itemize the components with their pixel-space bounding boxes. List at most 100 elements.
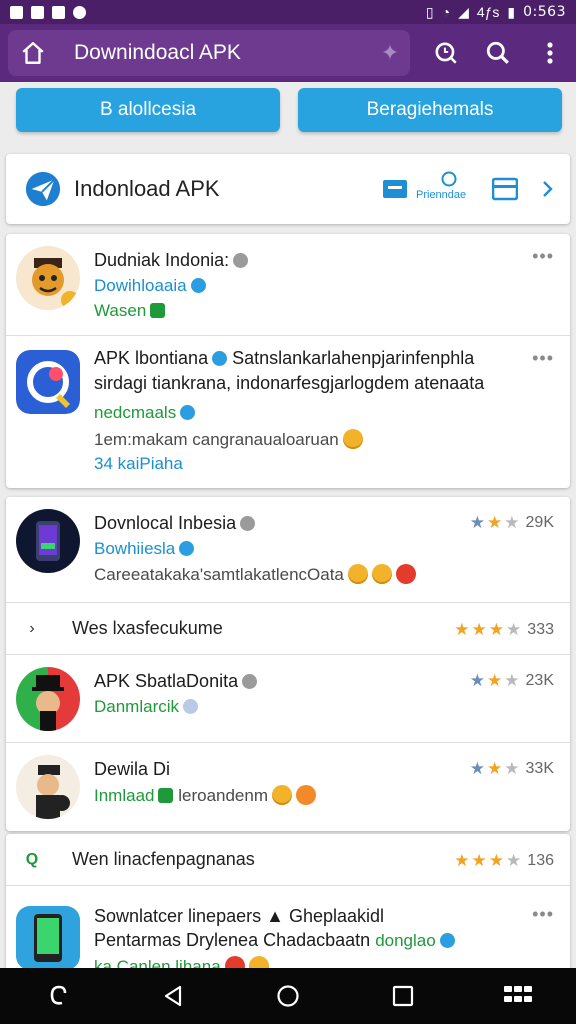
notification-icon — [52, 5, 65, 19]
signal-icon: ◢ — [458, 3, 469, 20]
card-icon[interactable] — [492, 177, 518, 201]
app-description: Pentarmas Drylenea Chadacbaatn donglao — [94, 930, 455, 951]
top-buttons: B alollcesia Beragiehemals — [0, 82, 576, 146]
list-item[interactable]: Dovnlocal Inbesia Bowhiiesla Careeatakak… — [6, 497, 570, 603]
search-title[interactable]: Downindoacl APK — [74, 41, 370, 65]
smile-emoji-icon — [342, 429, 363, 449]
notification-icon — [73, 5, 86, 19]
recents-button[interactable] — [373, 968, 433, 1024]
app-name: Dewila Di — [94, 759, 171, 779]
sparkle-icon[interactable]: ✦ — [370, 30, 410, 76]
verified-icon — [242, 674, 258, 689]
vibrate-icon: ▯ — [425, 3, 434, 20]
top-button-2[interactable]: Beragiehemals — [298, 88, 562, 132]
search-button[interactable] — [472, 24, 524, 82]
chip[interactable]: Prienndae — [416, 171, 484, 207]
back-button[interactable] — [143, 968, 203, 1024]
item-menu-icon[interactable]: ••• — [532, 348, 554, 369]
red-emoji-icon — [395, 564, 416, 584]
apps-grid-icon — [504, 986, 533, 1002]
verified-icon — [439, 933, 455, 948]
shield-icon — [158, 788, 174, 803]
assistant-icon — [50, 985, 66, 1005]
app-list-card-2: Dovnlocal Inbesia Bowhiiesla Careeatakak… — [6, 497, 570, 831]
search-green-icon: Q — [25, 850, 39, 868]
home-nav-button[interactable] — [258, 968, 318, 1024]
app-developer: Danmlarcik — [94, 697, 199, 717]
home-icon — [22, 42, 44, 64]
wifi-icon: ◔ — [441, 4, 451, 20]
paper-plane-icon — [20, 166, 66, 212]
apps-grid-button[interactable] — [488, 968, 548, 1024]
battery-icon: ▮ — [507, 3, 516, 20]
home-button[interactable] — [8, 30, 58, 76]
section-label: Wen linacfenpagnanas — [72, 849, 255, 869]
app-developer: Inmlaad leroandenm — [94, 785, 316, 806]
chevron-right-icon[interactable] — [540, 177, 556, 201]
section-row[interactable]: › Wes lxasfecukume ★ ★ ★ ★ 333 — [6, 603, 570, 655]
list-item[interactable]: Sownlatcer linepaers ▲ Gheplaakidl Penta… — [6, 886, 570, 976]
top-button-1[interactable]: B alollcesia — [16, 88, 280, 132]
chip-label: Prienndae — [416, 189, 467, 201]
notification-icon — [10, 5, 23, 19]
folder-icon[interactable] — [382, 177, 408, 201]
section-row[interactable]: Q Wen linacfenpagnanas ★ ★ ★ ★ 136 — [6, 834, 570, 886]
app-description: Careeatakaka'samtlakatlencOata — [94, 564, 416, 585]
person-icon: ▲ — [266, 906, 284, 926]
app-list-card-3: Q Wen linacfenpagnanas ★ ★ ★ ★ 136 Sownlatce… — [6, 834, 570, 976]
app-name: Dudniak Indonia: — [94, 250, 249, 271]
app-avatar — [16, 246, 80, 310]
list-item[interactable]: Dudniak Indonia: Dowihloaaia Wasen ••• — [6, 234, 570, 336]
item-menu-icon[interactable]: ••• — [532, 246, 554, 267]
more-vert-icon — [547, 42, 553, 64]
verified-icon — [179, 541, 195, 556]
app-icon — [16, 906, 80, 970]
location-icon — [441, 171, 457, 187]
app-list-card-1: Dudniak Indonia: Dowihloaaia Wasen ••• A… — [6, 234, 570, 488]
orange-emoji-icon — [296, 785, 316, 805]
back-icon — [164, 985, 181, 1007]
header-title: Indonload APK — [74, 176, 220, 201]
app-version: Wasen — [94, 301, 166, 321]
list-item[interactable]: Dewila Di Inmlaad leroandenm ★ ★ ★ 33K — [6, 743, 570, 831]
system-nav-bar — [0, 968, 576, 1024]
item-menu-icon[interactable]: ••• — [532, 904, 554, 925]
rating: ★ ★ ★ 33K — [469, 759, 554, 778]
app-name: APK lbontiana Satnslankarlahenpjarinfenp… — [94, 348, 475, 368]
smile-emoji-icon — [272, 785, 292, 805]
app-downloads: 34 kaiPiaha — [94, 454, 183, 473]
app-bar: Downindoacl APK ✦ — [0, 24, 576, 82]
verified-icon — [190, 278, 206, 293]
header-card[interactable]: Indonload APK Prienndae — [6, 154, 570, 224]
verified-icon — [233, 253, 249, 268]
app-avatar — [16, 509, 80, 573]
lens-icon — [435, 42, 457, 64]
search-box[interactable]: Downindoacl APK ✦ — [8, 30, 410, 76]
app-developer: Dowihloaaia — [94, 276, 206, 296]
app-icon — [16, 350, 80, 414]
rating: ★ ★ ★ ★ 333 — [454, 620, 554, 639]
more-options-button[interactable] — [524, 24, 576, 82]
list-item[interactable]: APK SbatlaDonita Danmlarcik ★ ★ ★ 23K — [6, 655, 570, 743]
app-developer: nedcmaals — [94, 403, 196, 423]
lens-button[interactable] — [420, 24, 472, 82]
status-bar: ▯ ◔ ◢ 4ƒs ▮ 0:563 — [0, 0, 576, 24]
list-item[interactable]: APK lbontiana Satnslankarlahenpjarinfenp… — [6, 336, 570, 488]
recents-icon — [393, 985, 414, 1007]
verified-icon — [212, 351, 228, 366]
rating: ★ ★ ★ 23K — [469, 671, 554, 690]
assistant-button[interactable] — [28, 968, 88, 1024]
app-name: Sownlatcer linepaers ▲ Gheplaakidl — [94, 906, 385, 926]
home-circle-icon — [277, 985, 299, 1007]
search-icon — [486, 41, 509, 64]
rating: ★ ★ ★ ★ 136 — [454, 851, 554, 870]
notification-icon — [31, 5, 44, 19]
shield-icon — [150, 303, 166, 318]
verified-icon — [180, 405, 196, 420]
app-description: sirdagi tiankrana, indonarfesgjarlogdem … — [94, 373, 485, 393]
app-avatar — [16, 755, 80, 819]
clock: 0:563 — [523, 4, 566, 20]
app-avatar — [16, 667, 80, 731]
rating: ★ ★ ★ 29K — [469, 513, 554, 532]
app-name: APK SbatlaDonita — [94, 671, 258, 692]
